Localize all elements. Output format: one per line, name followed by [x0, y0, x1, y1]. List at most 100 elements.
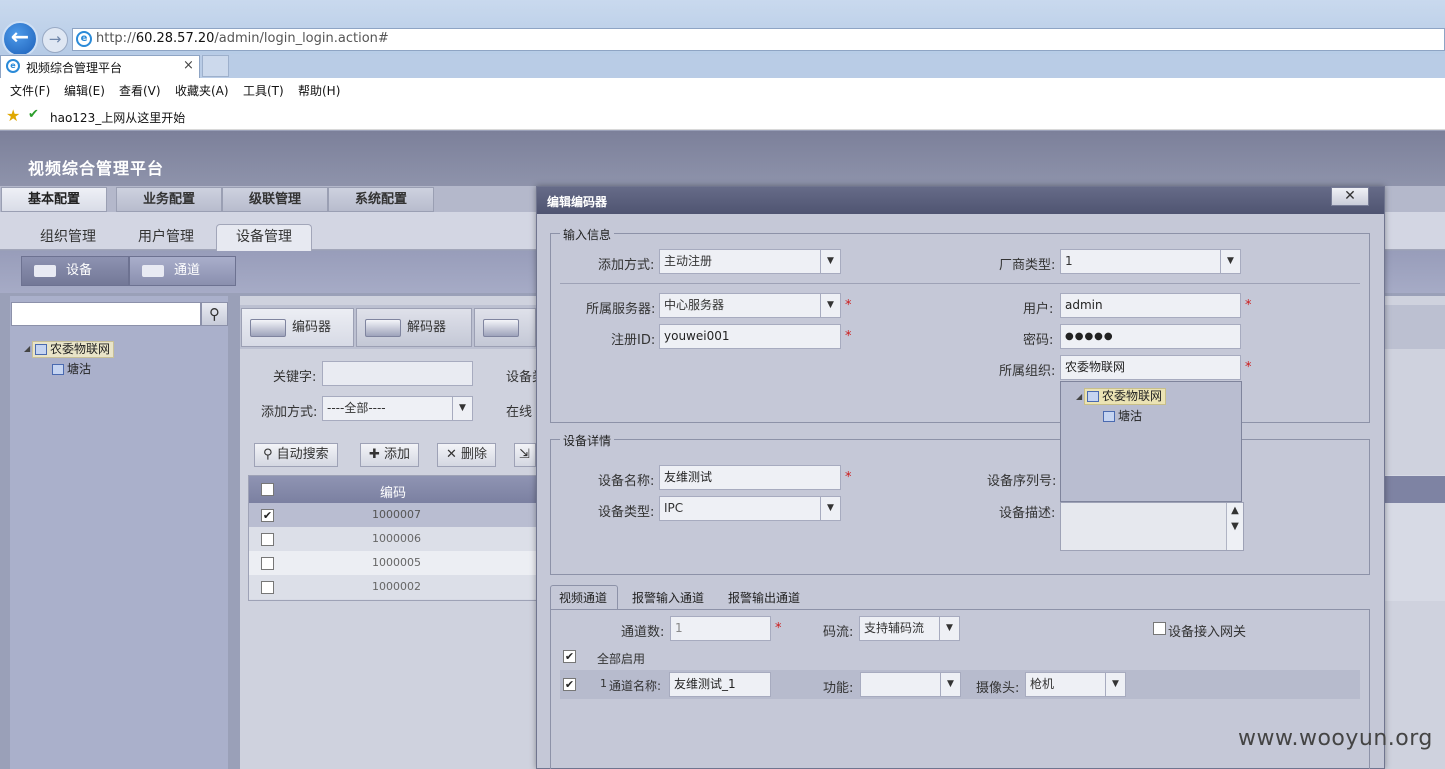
browser-tab-title[interactable]: 视频综合管理平台: [26, 59, 122, 76]
add-button[interactable]: ✚ 添加: [360, 443, 420, 467]
tab-encoder-label: 编码器: [292, 320, 332, 335]
menu-view[interactable]: 查看(V): [119, 82, 161, 99]
watermark: www.wooyun.org: [1238, 726, 1433, 751]
delete-button[interactable]: ✕ 删除: [437, 443, 497, 467]
tab-decoder[interactable]: 解码器: [356, 308, 472, 347]
input-info-legend: 输入信息: [560, 226, 615, 243]
device-icon: [34, 264, 56, 277]
menu-tools[interactable]: 工具(T): [243, 82, 284, 99]
forward-arrow-icon[interactable]: →: [42, 27, 68, 53]
server-select[interactable]: 中心服务器 ▼: [659, 293, 841, 318]
channel-checkbox[interactable]: ✔: [563, 678, 576, 691]
camera-value: 枪机: [1030, 677, 1055, 691]
enable-all-checkbox[interactable]: ✔: [563, 650, 576, 663]
required-mark: *: [1245, 360, 1252, 375]
auto-search-button[interactable]: ⚲ 自动搜索: [254, 443, 338, 467]
tab-device-manage[interactable]: 设备管理: [236, 226, 292, 246]
tab-system-config[interactable]: 系统配置: [328, 187, 434, 212]
row-code: 1000007: [372, 508, 421, 521]
row-code: 1000006: [372, 532, 421, 545]
row-checkbox[interactable]: [261, 533, 274, 546]
tab-close-icon[interactable]: ×: [183, 58, 194, 73]
back-arrow-icon[interactable]: ←: [2, 21, 38, 57]
dialog-title-bar[interactable]: [537, 187, 1384, 214]
tab-user-manage[interactable]: 用户管理: [138, 226, 194, 246]
org-icon: [35, 344, 47, 355]
tree-expand-icon[interactable]: ◢: [24, 344, 30, 353]
row-checkbox[interactable]: [261, 557, 274, 570]
tree-node-root[interactable]: 农委物联网: [32, 341, 115, 358]
table-row[interactable]: 1000007: [249, 503, 538, 527]
menu-edit[interactable]: 编辑(E): [64, 82, 105, 99]
tree-expand-icon[interactable]: ◢: [1076, 392, 1082, 401]
table-row[interactable]: 1000006: [249, 527, 538, 551]
devtype-label: 设备类型:: [598, 505, 655, 520]
favorite-link[interactable]: hao123_上网从这里开始: [50, 109, 185, 126]
add-method-select[interactable]: 主动注册 ▼: [659, 249, 841, 274]
channel-count-input[interactable]: 1: [670, 616, 771, 641]
org-input[interactable]: 农委物联网: [1060, 355, 1241, 380]
device-button[interactable]: 设备: [21, 256, 129, 286]
tab-encoder[interactable]: 编码器: [241, 308, 354, 347]
tab-other[interactable]: 编: [474, 308, 536, 347]
function-select[interactable]: ▼: [860, 672, 961, 697]
row-checkbox[interactable]: ✔: [261, 509, 274, 522]
tree-search-input[interactable]: [11, 302, 201, 326]
channel-name-input[interactable]: 友维测试_1: [669, 672, 771, 697]
user-input[interactable]: admin: [1060, 293, 1241, 318]
stream-select[interactable]: 支持辅码流 ▼: [859, 616, 960, 641]
decoder-icon: [365, 318, 401, 337]
device-detail-legend: 设备详情: [560, 432, 615, 449]
search-icon[interactable]: ⚲: [201, 302, 228, 326]
devtype-select[interactable]: IPC ▼: [659, 496, 841, 521]
tree-node-child[interactable]: 塘沽: [52, 360, 91, 377]
keyword-input[interactable]: [322, 361, 473, 386]
delete-label: 删除: [461, 447, 488, 462]
tab-business-config[interactable]: 业务配置: [116, 187, 222, 212]
org-tree-child-label: 塘沽: [1118, 409, 1143, 423]
tab-alarm-input[interactable]: 报警输入通道: [632, 589, 704, 606]
add-label: 添加: [384, 447, 411, 462]
required-mark: *: [845, 470, 852, 485]
password-label: 密码:: [1023, 333, 1054, 348]
channel-button-label: 通道: [174, 263, 201, 278]
devname-input[interactable]: 友维测试: [659, 465, 841, 490]
desc-textarea[interactable]: [1060, 502, 1244, 551]
favorites-star-icon[interactable]: ★: [6, 106, 20, 125]
add-method-select[interactable]: ----全部---- ▼: [322, 396, 473, 421]
table-row[interactable]: 1000002: [249, 575, 538, 599]
channel-icon: [142, 264, 164, 277]
row-checkbox[interactable]: [261, 581, 274, 594]
org-tree-root[interactable]: 农委物联网: [1084, 388, 1167, 405]
app-title: 视频综合管理平台: [28, 159, 165, 178]
required-mark: *: [775, 621, 782, 636]
tab-alarm-output[interactable]: 报警输出通道: [728, 589, 800, 606]
table-row[interactable]: 1000005: [249, 551, 538, 575]
menu-file[interactable]: 文件(F): [10, 82, 50, 99]
encoder-icon: [250, 318, 286, 337]
devname-label: 设备名称:: [598, 474, 655, 489]
export-button[interactable]: ⇲: [514, 443, 536, 467]
tab-org-manage[interactable]: 组织管理: [40, 226, 96, 246]
grid-right-header: [1384, 476, 1445, 503]
scrollbar[interactable]: ▲ ▼: [1226, 503, 1243, 550]
vendor-select[interactable]: 1 ▼: [1060, 249, 1241, 274]
select-all-checkbox[interactable]: [261, 483, 274, 496]
tab-video-channel[interactable]: 视频通道: [559, 589, 607, 606]
gateway-checkbox[interactable]: [1153, 622, 1166, 635]
hao123-icon: ✔: [28, 107, 39, 122]
password-input[interactable]: ●●●●●: [1060, 324, 1241, 349]
menu-favorites[interactable]: 收藏夹(A): [175, 82, 229, 99]
org-tree-child[interactable]: 塘沽: [1103, 407, 1142, 424]
camera-select[interactable]: 枪机 ▼: [1025, 672, 1126, 697]
function-label: 功能:: [823, 681, 854, 696]
menu-help[interactable]: 帮助(H): [298, 82, 340, 99]
channel-button[interactable]: 通道: [129, 256, 236, 286]
tab-cascade-manage[interactable]: 级联管理: [222, 187, 328, 212]
org-tree-root-label: 农委物联网: [1102, 389, 1163, 403]
new-tab-button[interactable]: [202, 55, 229, 77]
address-url[interactable]: http://60.28.57.20/admin/login_login.act…: [96, 31, 389, 46]
close-icon[interactable]: ✕: [1331, 187, 1369, 206]
regid-input[interactable]: youwei001: [659, 324, 841, 349]
tab-basic-config[interactable]: 基本配置: [1, 187, 107, 212]
